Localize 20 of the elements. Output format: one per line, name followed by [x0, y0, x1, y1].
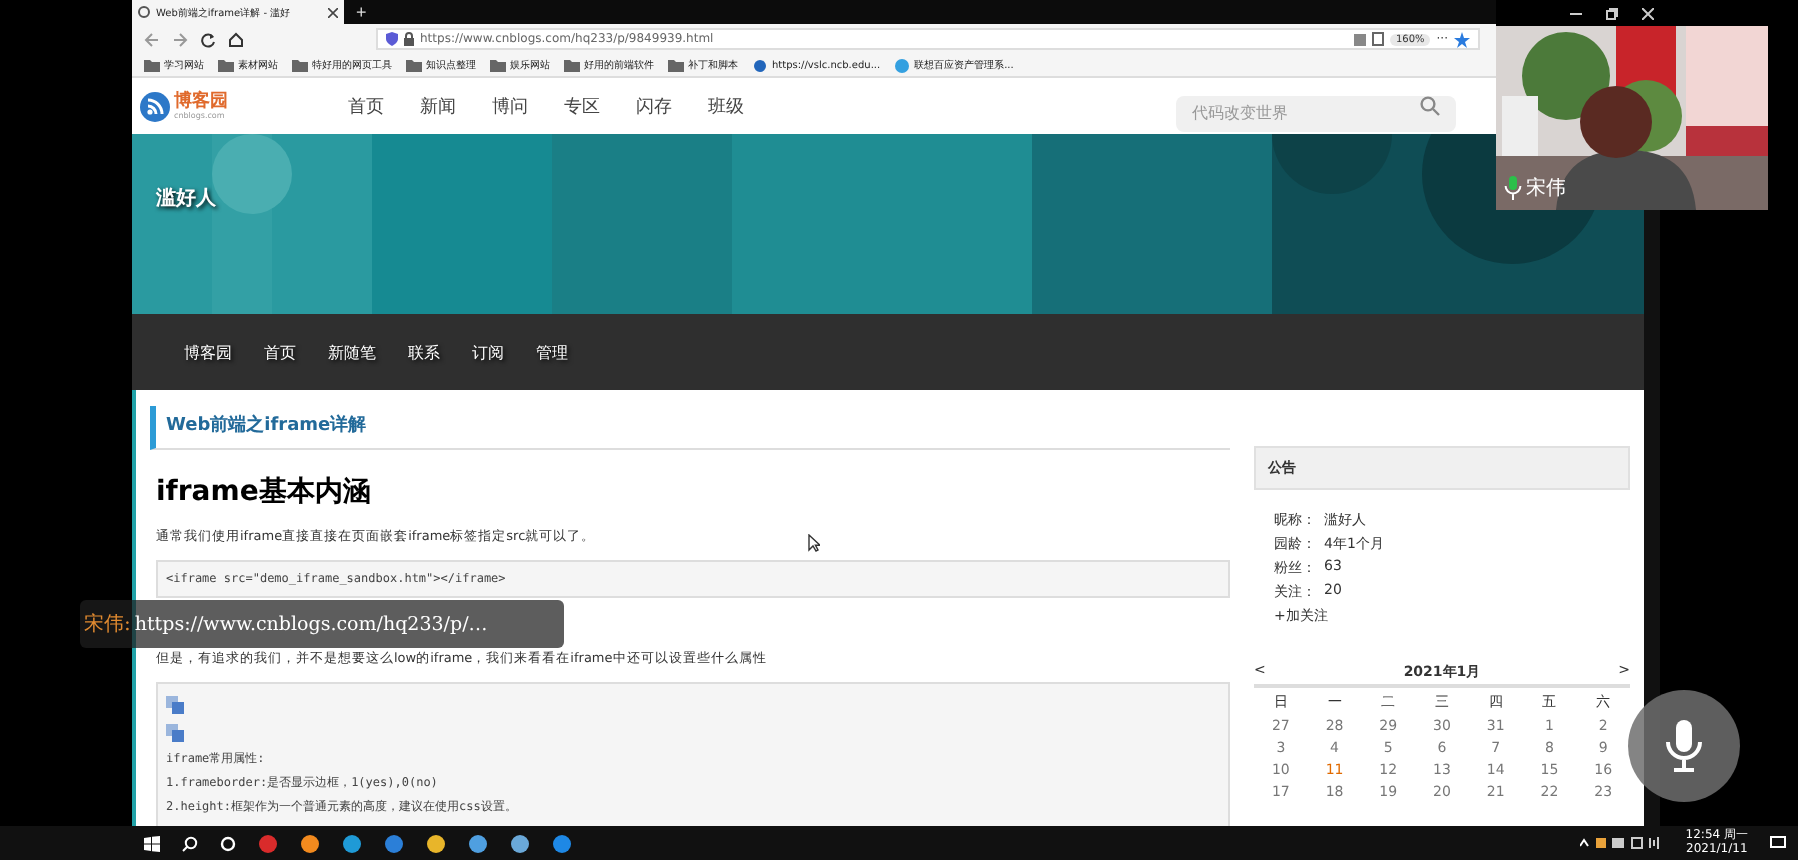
new-tab-button[interactable]: + [352, 0, 371, 24]
nav-link[interactable]: 新闻 [420, 93, 456, 119]
post-title[interactable]: Web前端之iframe详解 [150, 406, 1230, 450]
nav-link[interactable]: 首页 [264, 341, 296, 363]
nav-link[interactable]: 管理 [536, 341, 568, 363]
nav-link[interactable]: 新随笔 [328, 341, 376, 363]
blog-title[interactable]: 滥好人 [156, 184, 216, 212]
nav-link[interactable]: 首页 [348, 93, 384, 119]
nav-link[interactable]: 订阅 [472, 341, 504, 363]
nav-link[interactable]: 博问 [492, 93, 528, 119]
nav-link[interactable]: 闪存 [636, 93, 672, 119]
sender-name: 宋伟: [84, 611, 131, 638]
chat-message: https://www.cnblogs.com/hq233/p/… [134, 613, 488, 635]
search-field[interactable]: 代码改变世界 [1176, 95, 1456, 131]
section-heading: iframe基本内涵 [156, 474, 373, 510]
nav-link[interactable]: 博客园 [184, 341, 232, 363]
nav-link[interactable]: 专区 [564, 93, 600, 119]
logo-text[interactable]: 博客园 [174, 93, 228, 111]
nav-link[interactable]: 班级 [708, 93, 744, 119]
nav-link[interactable]: 联系 [408, 341, 440, 363]
